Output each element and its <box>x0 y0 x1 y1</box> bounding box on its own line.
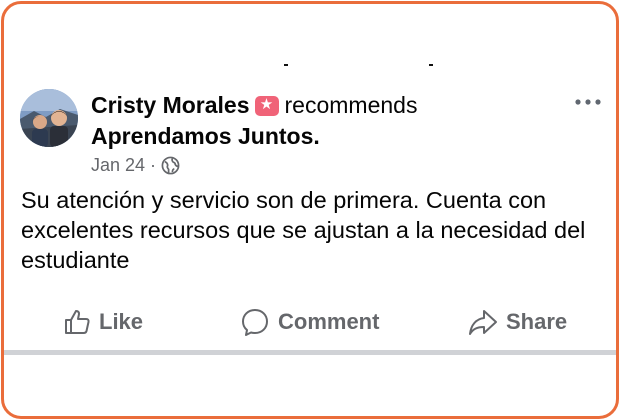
share-button[interactable]: Share <box>468 300 567 344</box>
post-header-line: Cristy Morales recommends <box>91 90 417 120</box>
page-name-link[interactable]: Aprendamos Juntos <box>91 123 313 149</box>
post-card: Cristy Morales recommends Aprendamos Junt… <box>1 1 619 419</box>
previous-post-edge <box>4 64 616 68</box>
post-text: Su atención y servicio son de primera. C… <box>21 187 586 273</box>
avatar[interactable] <box>20 89 78 147</box>
globe-icon[interactable] <box>161 156 180 175</box>
like-label: Like <box>99 309 144 334</box>
like-button[interactable]: Like <box>63 300 143 344</box>
comment-bubble-icon <box>242 309 268 336</box>
page-name-period: . <box>313 123 320 149</box>
page-name-line: Aprendamos Juntos. <box>91 121 320 151</box>
meta-separator: · <box>150 155 157 175</box>
post-actions: Like Comment Share <box>4 300 616 344</box>
comment-button[interactable]: Comment <box>240 300 379 344</box>
section-divider <box>4 350 616 355</box>
recommend-star-icon <box>254 95 279 116</box>
author-name[interactable]: Cristy Morales <box>91 92 250 118</box>
recommends-text: recommends <box>284 92 418 118</box>
post-meta: Jan 24 · <box>91 153 180 177</box>
share-label: Share <box>506 309 568 334</box>
share-arrow-icon <box>469 310 497 335</box>
more-options-icon[interactable] <box>573 96 603 108</box>
thumbs-up-icon <box>65 310 90 334</box>
comment-label: Comment <box>278 309 380 334</box>
post-date[interactable]: Jan 24 <box>91 153 145 177</box>
